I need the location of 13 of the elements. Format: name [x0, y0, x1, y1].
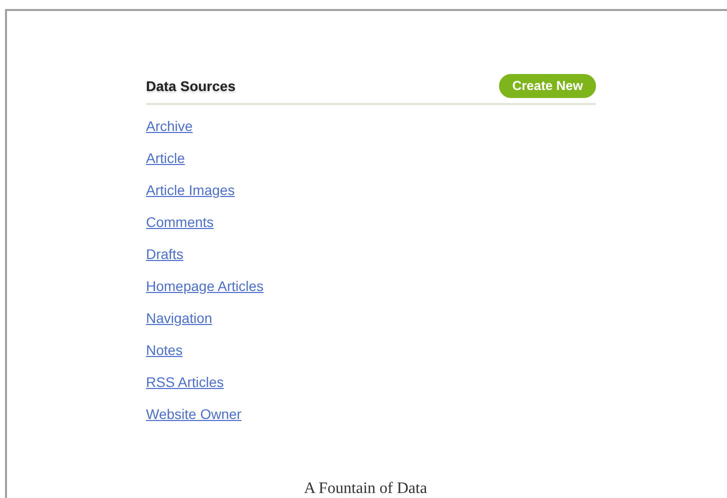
source-link[interactable]: Comments — [146, 213, 214, 232]
source-link[interactable]: Notes — [146, 341, 183, 360]
source-link[interactable]: Website Owner — [146, 405, 242, 424]
source-link[interactable]: Article Images — [146, 181, 235, 200]
source-link[interactable]: Article — [146, 149, 185, 168]
section-title: Data Sources — [146, 76, 236, 96]
source-link[interactable]: Drafts — [146, 245, 184, 264]
source-link[interactable]: Homepage Articles — [146, 277, 264, 296]
source-link[interactable]: Navigation — [146, 309, 212, 328]
source-link[interactable]: Archive — [146, 117, 193, 136]
create-new-button[interactable]: Create New — [499, 74, 596, 98]
figure-caption: A Fountain of Data — [304, 479, 428, 498]
source-link[interactable]: RSS Articles — [146, 373, 224, 392]
